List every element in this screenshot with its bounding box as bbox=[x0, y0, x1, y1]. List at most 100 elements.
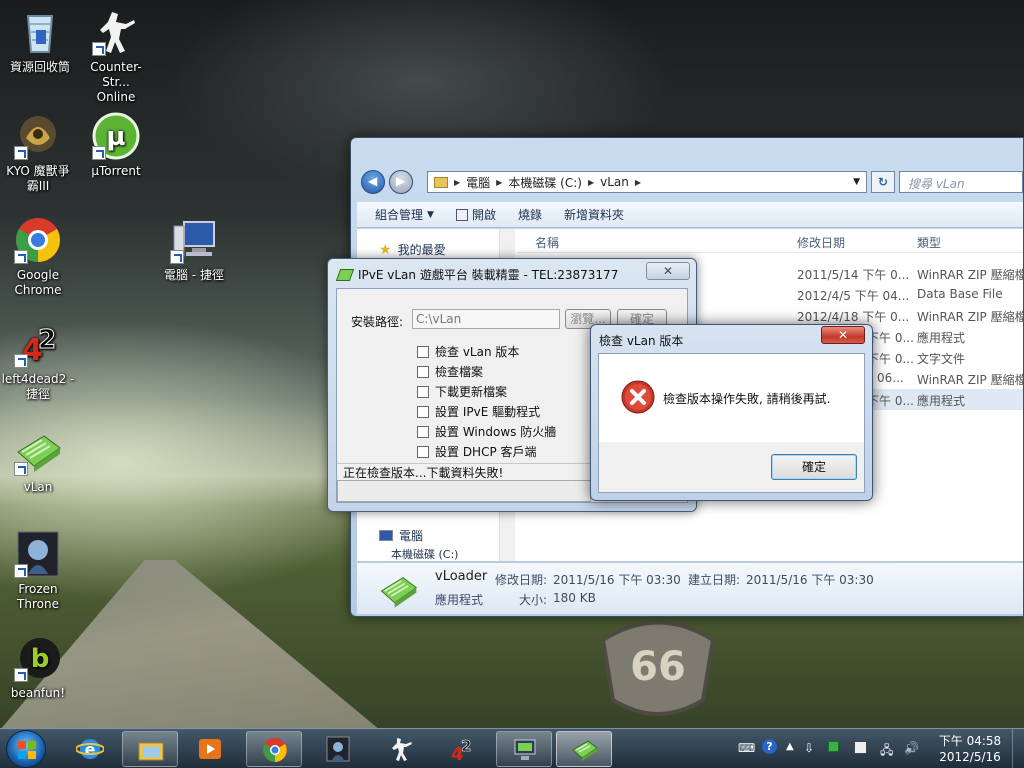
taskbar-chrome[interactable] bbox=[246, 731, 302, 767]
clock-time: 下午 04:58 bbox=[938, 734, 1002, 748]
volume-icon[interactable]: 🔊 bbox=[904, 741, 919, 755]
taskbar-frozen-throne[interactable] bbox=[310, 731, 366, 767]
file-type: 文字文件 bbox=[917, 352, 966, 366]
desktop-icon-beanfun[interactable]: b beanfun! bbox=[0, 634, 76, 701]
route-66-sign: 66 bbox=[600, 620, 716, 716]
green-status-icon[interactable] bbox=[828, 741, 839, 752]
desktop-icon-chrome[interactable]: Google Chrome bbox=[0, 216, 76, 298]
breadcrumb-separator-icon: ▶ bbox=[634, 177, 641, 187]
checkbox-box[interactable] bbox=[417, 385, 429, 398]
help-icon[interactable]: ? bbox=[762, 739, 777, 754]
frozen-throne-icon bbox=[326, 736, 350, 762]
refresh-button[interactable]: ↻ bbox=[871, 171, 895, 193]
taskbar-ie[interactable]: e bbox=[62, 731, 118, 767]
shortcut-arrow-icon bbox=[170, 250, 184, 264]
checkbox-box[interactable] bbox=[417, 365, 429, 378]
burn-button[interactable]: 燒錄 bbox=[518, 206, 542, 223]
taskbar-vlan[interactable] bbox=[556, 731, 612, 767]
desktop-icon-computer[interactable]: 電腦 - 捷徑 bbox=[156, 216, 232, 283]
nav-item-label: 本機磁碟 (C:) bbox=[391, 548, 459, 561]
address-bar[interactable]: ▶ 電腦 ▶ 本機磁碟 (C:) ▶ vLan ▶ ▼ bbox=[427, 171, 867, 193]
check-files-checkbox[interactable]: 檢查檔案 bbox=[417, 363, 483, 380]
checkbox-box[interactable] bbox=[417, 345, 429, 358]
start-button[interactable] bbox=[6, 730, 46, 768]
file-type: 應用程式 bbox=[917, 331, 966, 345]
error-dialog[interactable]: 檢查 vLan 版本 ✕ 檢查版本操作失敗, 請稍後再試. 確定 bbox=[590, 324, 873, 501]
network-icon[interactable]: 🖧 bbox=[880, 741, 893, 762]
address-dropdown-icon[interactable]: ▼ bbox=[853, 177, 866, 187]
checkbox-box[interactable] bbox=[417, 425, 429, 438]
back-arrow-icon: ◀ bbox=[368, 174, 378, 188]
open-button[interactable]: 開啟 bbox=[455, 206, 496, 223]
computer-icon bbox=[379, 530, 393, 541]
desktop-icon-left4dead2[interactable]: 42 left4dead2 - 捷徑 bbox=[0, 320, 76, 402]
desktop-icon-warcraft[interactable]: KYO 魔獸爭 霸III bbox=[0, 112, 76, 194]
file-date: 2012/4/18 下午 0... bbox=[797, 310, 910, 324]
open-icon bbox=[455, 208, 468, 221]
vlan-icon bbox=[14, 428, 62, 476]
column-date-modified[interactable]: 修改日期 bbox=[797, 234, 845, 251]
desktop-icon-label: 霸III bbox=[26, 179, 50, 193]
new-folder-button[interactable]: 新增資料夾 bbox=[564, 206, 624, 223]
windows-logo-icon bbox=[18, 741, 36, 759]
desktop-icon-vlan[interactable]: vLan bbox=[0, 428, 76, 495]
taskbar-left4dead2[interactable]: 42 bbox=[434, 731, 490, 767]
checkbox-box[interactable] bbox=[417, 445, 429, 458]
setup-driver-checkbox[interactable]: 設置 IPvE 驅動程式 bbox=[417, 403, 540, 420]
check-version-checkbox[interactable]: 檢查 vLan 版本 bbox=[417, 343, 519, 360]
usb-icon[interactable]: ⇩ bbox=[804, 741, 814, 755]
nav-item-computer[interactable]: 電腦 bbox=[379, 527, 423, 544]
setup-dhcp-checkbox[interactable]: 設置 DHCP 客戶端 bbox=[417, 443, 537, 460]
setup-firewall-checkbox[interactable]: 設置 Windows 防火牆 bbox=[417, 423, 556, 440]
taskbar-counter-strike[interactable] bbox=[372, 731, 428, 767]
vlan-close-button[interactable]: ✕ bbox=[646, 262, 690, 280]
error-close-button[interactable]: ✕ bbox=[821, 326, 865, 344]
download-updates-checkbox[interactable]: 下載更新檔案 bbox=[417, 383, 507, 400]
system-clock[interactable]: 下午 04:58 2012/5/16 bbox=[934, 733, 1006, 765]
action-center-icon[interactable] bbox=[854, 741, 867, 754]
nav-item-local-disk[interactable]: 本機磁碟 (C:) bbox=[391, 547, 458, 561]
shortcut-arrow-icon bbox=[14, 354, 28, 368]
desktop-icon-counter-strike[interactable]: Counter-Str... Online bbox=[78, 8, 154, 105]
breadcrumb-separator-icon: ▶ bbox=[496, 177, 503, 187]
svg-text:e: e bbox=[85, 740, 96, 759]
show-hidden-icons-icon[interactable]: ▲ bbox=[786, 741, 794, 752]
svg-text:b: b bbox=[31, 644, 50, 674]
explorer-navigation-bar: ◀ ▶ ▶ 電腦 ▶ 本機磁碟 (C:) ▶ vLan ▶ ▼ ↻ 搜尋 vLa… bbox=[359, 170, 1023, 194]
show-desktop-button[interactable] bbox=[1012, 729, 1024, 768]
taskbar-media-player[interactable] bbox=[182, 731, 238, 767]
checkbox-box[interactable] bbox=[417, 405, 429, 418]
breadcrumb-local-disk[interactable]: 本機磁碟 (C:) bbox=[508, 174, 582, 191]
column-name[interactable]: 名稱 bbox=[535, 234, 559, 251]
details-file-name: vLoader bbox=[435, 569, 488, 584]
desktop-icon-label: KYO 魔獸爭 bbox=[6, 164, 70, 178]
desktop-icon-label: Google bbox=[16, 268, 60, 282]
desktop-icon-recycle-bin[interactable]: 資源回收筒 bbox=[2, 8, 78, 75]
nav-item-favorites[interactable]: ★ 我的最愛 bbox=[379, 241, 446, 258]
install-path-field[interactable]: C:\vLan bbox=[412, 309, 560, 329]
taskbar-explorer[interactable] bbox=[122, 731, 178, 767]
nav-item-label: 我的最愛 bbox=[397, 243, 446, 257]
desktop-icon-label: 資源回收筒 bbox=[9, 60, 70, 74]
details-size-value: 180 KB bbox=[553, 591, 596, 605]
keyboard-icon[interactable]: ⌨ bbox=[738, 741, 755, 755]
ok-button[interactable]: 確定 bbox=[771, 454, 857, 480]
forward-button[interactable]: ▶ bbox=[389, 170, 413, 194]
taskbar: e 42 ⌨ ? ▲ ⇩ 🖧 🔊 下午 04:58 2012/5/16 bbox=[0, 728, 1024, 768]
organize-button[interactable]: 組合管理 ▼ bbox=[375, 206, 434, 223]
taskbar-remote-desktop[interactable] bbox=[496, 731, 552, 767]
search-input[interactable]: 搜尋 vLan bbox=[899, 171, 1023, 193]
nav-item-label: 電腦 bbox=[399, 529, 424, 543]
folder-icon bbox=[434, 176, 448, 188]
left4dead2-icon: 42 bbox=[451, 737, 472, 762]
counter-strike-icon bbox=[392, 738, 412, 761]
vlan-icon bbox=[572, 740, 598, 761]
column-type[interactable]: 類型 bbox=[917, 234, 941, 251]
desktop-icon-utorrent[interactable]: µ µTorrent bbox=[78, 112, 154, 179]
breadcrumb-computer[interactable]: 電腦 bbox=[466, 174, 490, 191]
desktop-icon-frozen-throne[interactable]: Frozen Throne bbox=[0, 530, 76, 612]
media-player-icon bbox=[199, 739, 221, 759]
error-message-area: 檢查版本操作失敗, 請稍後再試. bbox=[599, 354, 864, 442]
breadcrumb-vlan[interactable]: vLan bbox=[600, 175, 629, 189]
back-button[interactable]: ◀ bbox=[361, 170, 385, 194]
